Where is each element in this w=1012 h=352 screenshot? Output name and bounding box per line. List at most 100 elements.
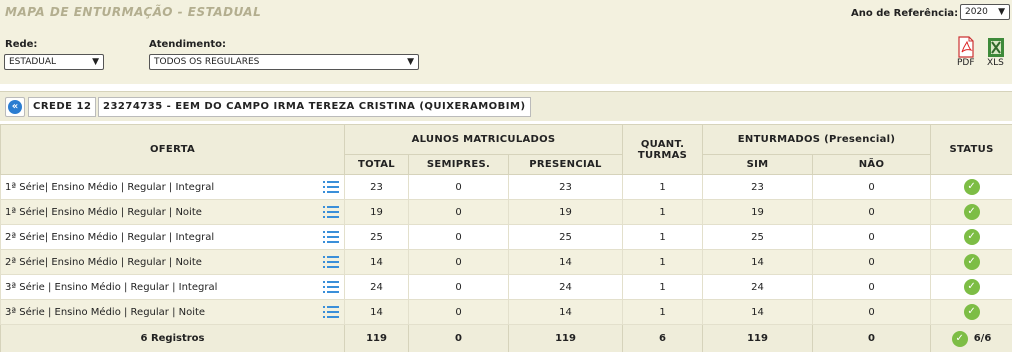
cell-status: ✓ [930,224,1012,250]
col-semipres: SEMIPRES. [408,154,509,175]
breadcrumb-crede[interactable]: CREDE 12 [28,97,97,117]
cell-sim: 14 [702,249,814,275]
col-quant-turmas: QUANT. TURMAS [622,124,704,175]
breadcrumb: « CREDE 12 23274735 - EEM DO CAMPO IRMA … [0,91,1012,121]
table-row: 3ª Série | Ensino Médio | Regular | Noit… [0,299,1012,325]
table-footer-row: 6 Registros 119 0 119 6 119 0 ✓ 6/6 [0,324,1012,352]
oferta-label: 2ª Série| Ensino Médio | Regular | Noite [5,256,202,268]
cell-semipres: 0 [408,249,509,275]
cell-turmas: 1 [622,199,704,225]
cell-total: 14 [344,249,409,275]
table-row: 3ª Série | Ensino Médio | Regular | Inte… [0,274,1012,300]
footer-presencial: 119 [507,324,624,352]
oferta-label: 1ª Série| Ensino Médio | Regular | Integ… [5,181,215,193]
cell-oferta: 3ª Série | Ensino Médio | Regular | Inte… [0,274,345,300]
cell-total: 24 [344,274,409,300]
cell-presencial: 14 [507,249,624,275]
oferta-label: 1ª Série| Ensino Médio | Regular | Noite [5,206,202,218]
reference-year-label: Ano de Referência: [851,8,959,19]
filter-panel: MAPA DE ENTURMAÇÃO - ESTADUAL Ano de Ref… [0,0,1012,84]
cell-total: 25 [344,224,409,250]
list-icon[interactable] [323,305,339,319]
table-row: 1ª Série| Ensino Médio | Regular | Integ… [0,174,1012,200]
reference-year-value: 2020 [965,7,988,17]
atendimento-value: TODOS OS REGULARES [154,57,260,67]
check-circle-icon: ✓ [963,204,980,220]
cell-total: 23 [344,174,409,200]
cell-turmas: 1 [622,174,704,200]
page-title: MAPA DE ENTURMAÇÃO - ESTADUAL [5,5,262,19]
cell-turmas: 1 [622,249,704,275]
oferta-label: 2ª Série| Ensino Médio | Regular | Integ… [5,231,215,243]
check-circle-icon: ✓ [963,229,980,245]
cell-presencial: 19 [507,199,624,225]
cell-total: 19 [344,199,409,225]
atendimento-select[interactable]: TODOS OS REGULARES ▼ [149,54,419,70]
pdf-export-label[interactable]: PDF [957,58,975,68]
list-icon[interactable] [323,180,339,194]
cell-sim: 25 [702,224,814,250]
xls-export-label[interactable]: XLS [987,58,1004,68]
rede-select[interactable]: ESTADUAL ▼ [4,54,104,70]
atendimento-label: Atendimento: [149,39,226,50]
rede-label: Rede: [5,39,38,50]
table-row: 1ª Série| Ensino Médio | Regular | Noite… [0,199,1012,225]
cell-semipres: 0 [408,199,509,225]
chevron-down-icon: ▼ [407,57,414,67]
cell-status: ✓ [930,299,1012,325]
list-icon[interactable] [323,230,339,244]
list-icon[interactable] [323,255,339,269]
cell-status: ✓ [930,199,1012,225]
cell-sim: 14 [702,299,814,325]
cell-sim: 23 [702,174,814,200]
reference-year-select[interactable]: 2020 ▼ [960,4,1010,20]
cell-oferta: 1ª Série| Ensino Médio | Regular | Integ… [0,174,345,200]
list-icon[interactable] [323,205,339,219]
list-icon[interactable] [323,280,339,294]
double-chevron-left-icon: « [8,100,22,114]
cell-oferta: 2ª Série| Ensino Médio | Regular | Noite [0,249,345,275]
cell-presencial: 25 [507,224,624,250]
check-circle-icon: ✓ [963,304,980,320]
cell-status: ✓ [930,174,1012,200]
cell-presencial: 24 [507,274,624,300]
check-circle-icon: ✓ [963,179,980,195]
footer-semipres: 0 [408,324,509,352]
breadcrumb-school[interactable]: 23274735 - EEM DO CAMPO IRMA TEREZA CRIS… [98,97,531,117]
footer-sim: 119 [702,324,814,352]
col-total: TOTAL [344,154,409,175]
footer-registros: 6 Registros [0,324,345,352]
pdf-export-icon[interactable] [956,36,976,58]
cell-turmas: 1 [622,299,704,325]
cell-semipres: 0 [408,174,509,200]
footer-status-count: 6/6 [973,333,992,344]
enturmacao-table: OFERTA ALUNOS MATRICULADOS QUANT. TURMAS… [0,124,1012,352]
back-button[interactable]: « [5,97,25,117]
oferta-label: 3ª Série | Ensino Médio | Regular | Noit… [5,306,206,318]
cell-semipres: 0 [408,274,509,300]
cell-presencial: 14 [507,299,624,325]
xls-export-icon[interactable] [986,36,1006,58]
col-oferta: OFERTA [0,124,345,175]
table-row: 2ª Série| Ensino Médio | Regular | Noite… [0,249,1012,275]
footer-nao: 0 [812,324,932,352]
check-circle-icon: ✓ [963,279,980,295]
cell-status: ✓ [930,249,1012,275]
cell-oferta: 3ª Série | Ensino Médio | Regular | Noit… [0,299,345,325]
col-nao: NÃO [812,154,932,175]
cell-nao: 0 [812,224,932,250]
col-sim: SIM [702,154,814,175]
chevron-down-icon: ▼ [92,57,99,67]
cell-nao: 0 [812,249,932,275]
col-presencial: PRESENCIAL [507,154,624,175]
cell-sim: 24 [702,274,814,300]
cell-oferta: 1ª Série| Ensino Médio | Regular | Noite [0,199,345,225]
cell-status: ✓ [930,274,1012,300]
cell-semipres: 0 [408,224,509,250]
cell-semipres: 0 [408,299,509,325]
cell-sim: 19 [702,199,814,225]
cell-oferta: 2ª Série| Ensino Médio | Regular | Integ… [0,224,345,250]
rede-value: ESTADUAL [9,57,57,67]
col-group-enturmados: ENTURMADOS (Presencial) [702,124,932,155]
cell-total: 14 [344,299,409,325]
